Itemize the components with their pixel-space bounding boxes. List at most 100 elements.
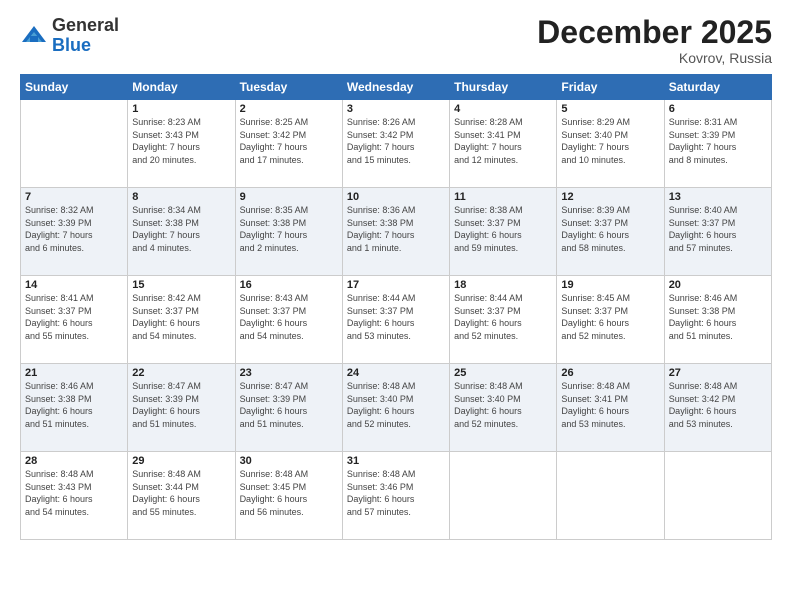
calendar-cell: 12Sunrise: 8:39 AMSunset: 3:37 PMDayligh… [557,188,664,276]
day-info: Sunrise: 8:48 AMSunset: 3:46 PMDaylight:… [347,468,445,518]
day-info: Sunrise: 8:48 AMSunset: 3:40 PMDaylight:… [347,380,445,430]
day-info: Sunrise: 8:41 AMSunset: 3:37 PMDaylight:… [25,292,123,342]
calendar-cell: 9Sunrise: 8:35 AMSunset: 3:38 PMDaylight… [235,188,342,276]
day-number: 15 [132,279,230,291]
day-number: 9 [240,191,338,203]
calendar-cell: 22Sunrise: 8:47 AMSunset: 3:39 PMDayligh… [128,364,235,452]
day-info: Sunrise: 8:46 AMSunset: 3:38 PMDaylight:… [25,380,123,430]
calendar-cell: 25Sunrise: 8:48 AMSunset: 3:40 PMDayligh… [450,364,557,452]
day-number: 14 [25,279,123,291]
calendar-cell: 28Sunrise: 8:48 AMSunset: 3:43 PMDayligh… [21,452,128,540]
day-info: Sunrise: 8:35 AMSunset: 3:38 PMDaylight:… [240,204,338,254]
day-number: 1 [132,103,230,115]
month-title: December 2025 [537,16,772,48]
day-info: Sunrise: 8:44 AMSunset: 3:37 PMDaylight:… [454,292,552,342]
day-number: 4 [454,103,552,115]
calendar: Sunday Monday Tuesday Wednesday Thursday… [20,74,772,540]
logo-icon [20,22,48,50]
day-number: 28 [25,455,123,467]
calendar-cell: 8Sunrise: 8:34 AMSunset: 3:38 PMDaylight… [128,188,235,276]
day-number: 16 [240,279,338,291]
calendar-cell: 15Sunrise: 8:42 AMSunset: 3:37 PMDayligh… [128,276,235,364]
day-info: Sunrise: 8:47 AMSunset: 3:39 PMDaylight:… [132,380,230,430]
day-info: Sunrise: 8:47 AMSunset: 3:39 PMDaylight:… [240,380,338,430]
day-info: Sunrise: 8:32 AMSunset: 3:39 PMDaylight:… [25,204,123,254]
calendar-cell: 27Sunrise: 8:48 AMSunset: 3:42 PMDayligh… [664,364,771,452]
day-number: 8 [132,191,230,203]
header-sunday: Sunday [21,75,128,100]
calendar-week-row: 14Sunrise: 8:41 AMSunset: 3:37 PMDayligh… [21,276,772,364]
day-number: 19 [561,279,659,291]
calendar-cell [664,452,771,540]
calendar-cell: 7Sunrise: 8:32 AMSunset: 3:39 PMDaylight… [21,188,128,276]
day-number: 30 [240,455,338,467]
calendar-cell: 16Sunrise: 8:43 AMSunset: 3:37 PMDayligh… [235,276,342,364]
calendar-cell: 20Sunrise: 8:46 AMSunset: 3:38 PMDayligh… [664,276,771,364]
day-info: Sunrise: 8:34 AMSunset: 3:38 PMDaylight:… [132,204,230,254]
day-info: Sunrise: 8:48 AMSunset: 3:44 PMDaylight:… [132,468,230,518]
calendar-cell: 5Sunrise: 8:29 AMSunset: 3:40 PMDaylight… [557,100,664,188]
calendar-cell: 30Sunrise: 8:48 AMSunset: 3:45 PMDayligh… [235,452,342,540]
day-info: Sunrise: 8:40 AMSunset: 3:37 PMDaylight:… [669,204,767,254]
calendar-week-row: 28Sunrise: 8:48 AMSunset: 3:43 PMDayligh… [21,452,772,540]
header-thursday: Thursday [450,75,557,100]
day-number: 31 [347,455,445,467]
location: Kovrov, Russia [537,50,772,66]
calendar-cell: 23Sunrise: 8:47 AMSunset: 3:39 PMDayligh… [235,364,342,452]
day-number: 20 [669,279,767,291]
day-number: 21 [25,367,123,379]
day-info: Sunrise: 8:45 AMSunset: 3:37 PMDaylight:… [561,292,659,342]
calendar-cell: 13Sunrise: 8:40 AMSunset: 3:37 PMDayligh… [664,188,771,276]
calendar-cell [450,452,557,540]
day-info: Sunrise: 8:25 AMSunset: 3:42 PMDaylight:… [240,116,338,166]
day-info: Sunrise: 8:44 AMSunset: 3:37 PMDaylight:… [347,292,445,342]
day-info: Sunrise: 8:48 AMSunset: 3:43 PMDaylight:… [25,468,123,518]
day-info: Sunrise: 8:31 AMSunset: 3:39 PMDaylight:… [669,116,767,166]
day-info: Sunrise: 8:43 AMSunset: 3:37 PMDaylight:… [240,292,338,342]
calendar-cell: 4Sunrise: 8:28 AMSunset: 3:41 PMDaylight… [450,100,557,188]
calendar-cell: 14Sunrise: 8:41 AMSunset: 3:37 PMDayligh… [21,276,128,364]
day-number: 6 [669,103,767,115]
calendar-cell: 11Sunrise: 8:38 AMSunset: 3:37 PMDayligh… [450,188,557,276]
day-info: Sunrise: 8:39 AMSunset: 3:37 PMDaylight:… [561,204,659,254]
calendar-week-row: 1Sunrise: 8:23 AMSunset: 3:43 PMDaylight… [21,100,772,188]
day-number: 23 [240,367,338,379]
logo-general-text: General [52,16,119,36]
day-number: 5 [561,103,659,115]
calendar-header-row: Sunday Monday Tuesday Wednesday Thursday… [21,75,772,100]
calendar-cell: 1Sunrise: 8:23 AMSunset: 3:43 PMDaylight… [128,100,235,188]
day-info: Sunrise: 8:26 AMSunset: 3:42 PMDaylight:… [347,116,445,166]
day-info: Sunrise: 8:48 AMSunset: 3:42 PMDaylight:… [669,380,767,430]
calendar-cell: 18Sunrise: 8:44 AMSunset: 3:37 PMDayligh… [450,276,557,364]
day-number: 17 [347,279,445,291]
header-monday: Monday [128,75,235,100]
header-friday: Friday [557,75,664,100]
header-saturday: Saturday [664,75,771,100]
calendar-week-row: 21Sunrise: 8:46 AMSunset: 3:38 PMDayligh… [21,364,772,452]
day-number: 3 [347,103,445,115]
day-number: 27 [669,367,767,379]
day-info: Sunrise: 8:48 AMSunset: 3:40 PMDaylight:… [454,380,552,430]
calendar-cell: 31Sunrise: 8:48 AMSunset: 3:46 PMDayligh… [342,452,449,540]
calendar-cell: 6Sunrise: 8:31 AMSunset: 3:39 PMDaylight… [664,100,771,188]
day-number: 12 [561,191,659,203]
calendar-cell: 19Sunrise: 8:45 AMSunset: 3:37 PMDayligh… [557,276,664,364]
day-number: 22 [132,367,230,379]
day-info: Sunrise: 8:48 AMSunset: 3:41 PMDaylight:… [561,380,659,430]
calendar-cell: 24Sunrise: 8:48 AMSunset: 3:40 PMDayligh… [342,364,449,452]
day-number: 18 [454,279,552,291]
day-number: 11 [454,191,552,203]
day-number: 24 [347,367,445,379]
day-number: 26 [561,367,659,379]
day-number: 2 [240,103,338,115]
title-block: December 2025 Kovrov, Russia [537,16,772,66]
calendar-cell [557,452,664,540]
day-info: Sunrise: 8:23 AMSunset: 3:43 PMDaylight:… [132,116,230,166]
calendar-cell: 10Sunrise: 8:36 AMSunset: 3:38 PMDayligh… [342,188,449,276]
day-number: 25 [454,367,552,379]
header-tuesday: Tuesday [235,75,342,100]
logo: General Blue [20,16,119,56]
day-number: 7 [25,191,123,203]
day-number: 13 [669,191,767,203]
day-info: Sunrise: 8:38 AMSunset: 3:37 PMDaylight:… [454,204,552,254]
